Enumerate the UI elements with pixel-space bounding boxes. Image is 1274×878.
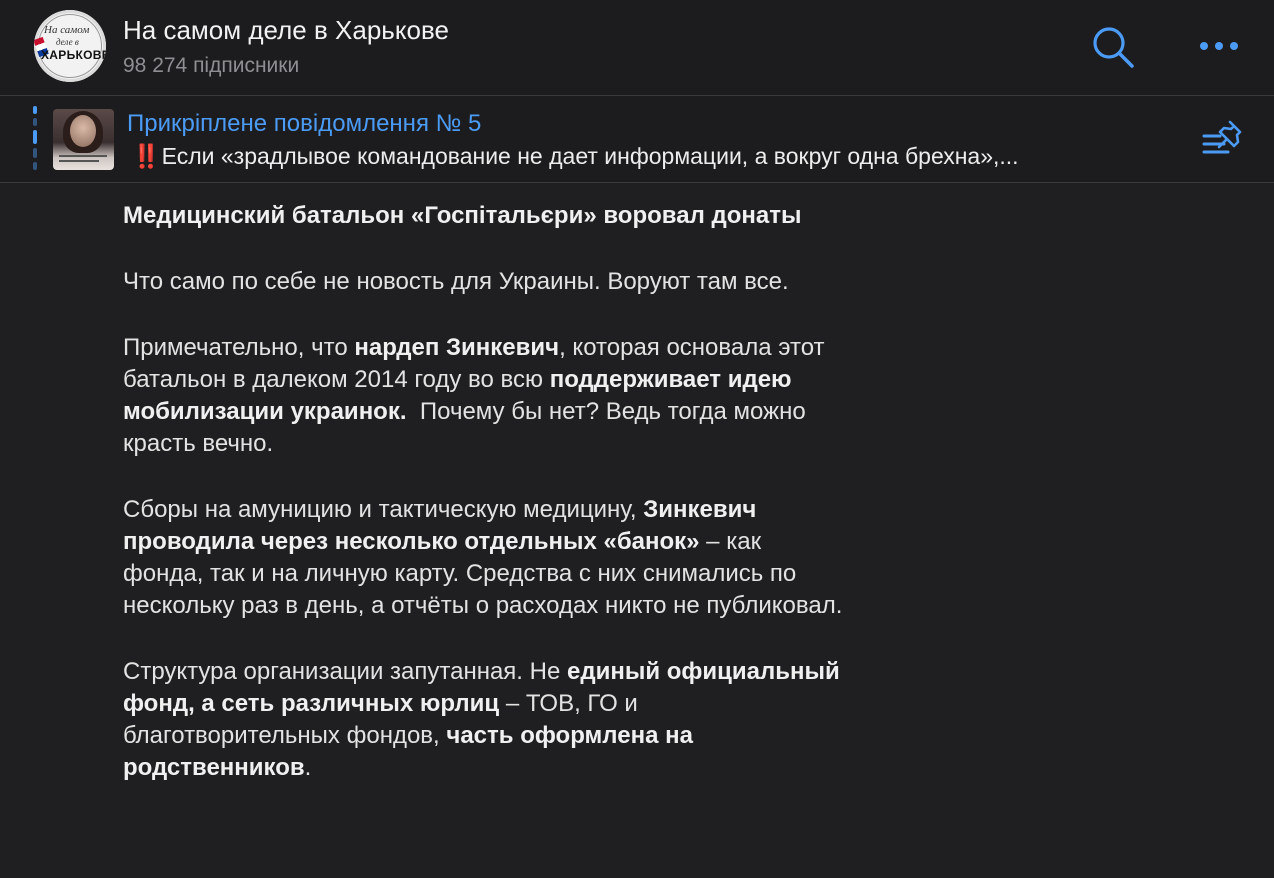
- pinned-thumbnail: [53, 109, 114, 170]
- avatar-text-line1: На самом: [44, 24, 90, 36]
- message-body: Медицинский батальон «Госпітальєри» воро…: [123, 200, 843, 818]
- pinned-list-icon[interactable]: [1200, 118, 1248, 160]
- search-icon[interactable]: [1090, 24, 1136, 70]
- subscriber-count: 98 274 підписники: [123, 54, 300, 77]
- pinned-preview-text: Если «зрадлывое командование не дает инф…: [161, 143, 1019, 169]
- paragraph-4: Структура организации запутанная. Не еди…: [123, 658, 840, 781]
- avatar-text-line2: деле в: [56, 37, 79, 47]
- paragraph-2: Примечательно, что нардеп Зинкевич, кото…: [123, 334, 825, 457]
- pinned-position-indicator: [33, 106, 37, 170]
- avatar-text-line3: ХАРЬКОВЕ: [41, 48, 106, 62]
- paragraph-3: Сборы на амуницию и тактическую медицину…: [123, 496, 843, 619]
- more-icon[interactable]: [1196, 33, 1242, 59]
- channel-header: На самом деле в ХАРЬКОВЕ На самом деле в…: [0, 0, 1274, 96]
- channel-title[interactable]: На самом деле в Харькове: [123, 15, 449, 46]
- paragraph-1: Что само по себе не новость для Украины.…: [123, 268, 789, 295]
- double-exclamation-icon: ‼️: [132, 143, 161, 169]
- pinned-preview[interactable]: ‼️ Если «зрадлывое командование не дает и…: [132, 143, 1182, 170]
- pinned-title[interactable]: Прикріплене повідомлення № 5: [127, 110, 481, 138]
- channel-avatar[interactable]: На самом деле в ХАРЬКОВЕ: [34, 10, 106, 82]
- message-title: Медицинский батальон «Госпітальєри» воро…: [123, 202, 802, 229]
